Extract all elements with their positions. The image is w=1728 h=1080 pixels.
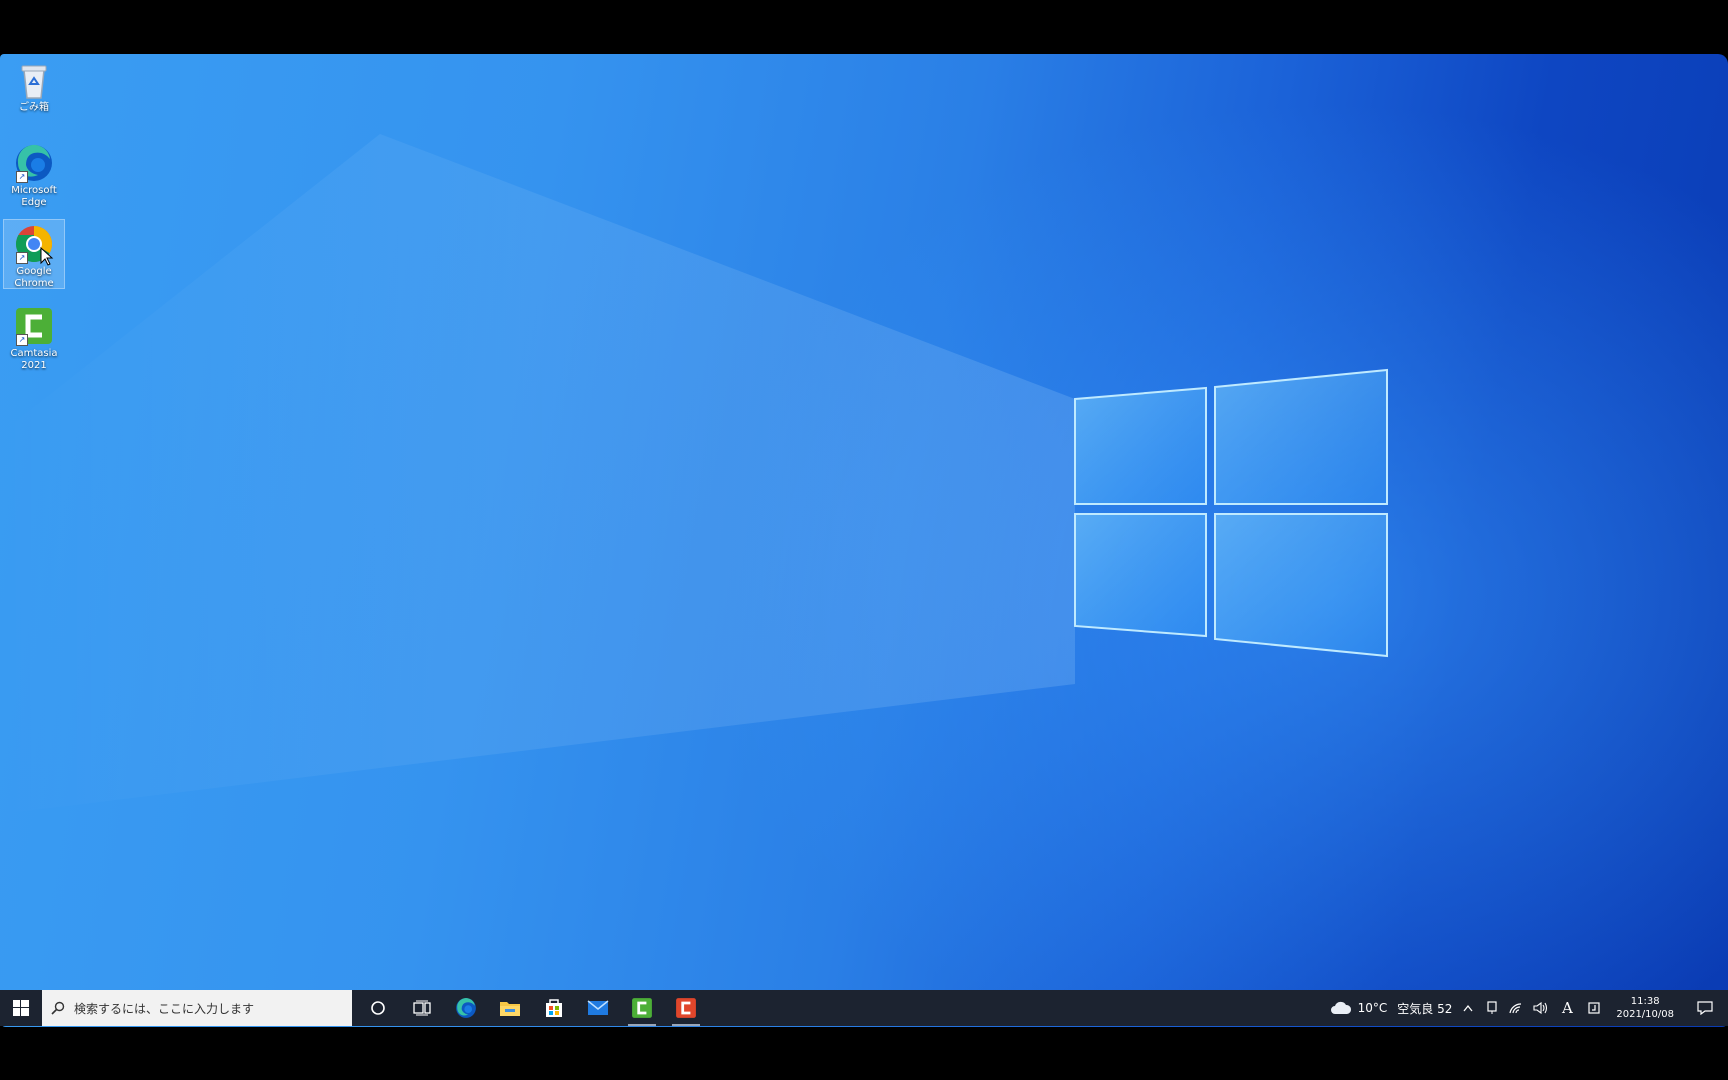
volume-button[interactable] (1528, 990, 1554, 1026)
network-button[interactable] (1504, 990, 1528, 1026)
wallpaper-windows-logo (0, 134, 1388, 814)
desktop-icon-label: ごみ箱 (19, 102, 49, 113)
taskbar-edge-button[interactable] (444, 990, 488, 1026)
edge-icon: ↗ (14, 143, 54, 183)
file-explorer-icon (500, 1002, 520, 1016)
desktop-icon-label-line2: Chrome (14, 278, 54, 289)
device-icon (1487, 1001, 1497, 1014)
taskbar-camtasia-button[interactable] (620, 990, 664, 1026)
clock-date: 2021/10/08 (1616, 1009, 1674, 1020)
desktop-icon-recycle-bin[interactable]: ごみ箱 (4, 56, 64, 114)
desktop-icon-label-line2: 2021 (21, 360, 47, 371)
cloud-icon (1330, 1001, 1351, 1014)
weather-widget[interactable]: 10°C 空気良 52 (1326, 990, 1457, 1026)
device-tray-button[interactable] (1480, 990, 1504, 1026)
show-hidden-icons-button[interactable] (1456, 990, 1480, 1026)
shortcut-arrow-icon: ↗ (16, 334, 28, 346)
notification-icon (1697, 1001, 1713, 1015)
cortana-button[interactable] (356, 990, 400, 1026)
camtasia-icon: ↗ (14, 306, 54, 346)
taskbar-store-button[interactable] (532, 990, 576, 1026)
camtasia-recorder-icon (676, 998, 696, 1018)
shortcut-arrow-icon: ↗ (16, 252, 28, 264)
chevron-up-icon (1463, 1004, 1473, 1012)
system-tray: 10°C 空気良 52 A 11:38 2021/10/08 (1326, 990, 1728, 1026)
ime-mode-indicator[interactable]: A (1554, 990, 1580, 1026)
action-center-button[interactable] (1682, 990, 1728, 1026)
desktop-icon-label: Microsoft (11, 185, 57, 196)
weather-air-quality: 空気良 52 (1397, 1001, 1453, 1016)
shortcut-arrow-icon: ↗ (16, 171, 28, 183)
desktop-icon-label: Google (16, 266, 52, 277)
task-view-button[interactable] (400, 990, 444, 1026)
windows-logo-icon (13, 1000, 29, 1016)
wifi-icon (1509, 1003, 1522, 1014)
store-icon (546, 999, 562, 1017)
clock-time: 11:38 (1630, 996, 1660, 1007)
taskbar-camtasia-recorder-button[interactable] (664, 990, 708, 1026)
taskbar-mail-button[interactable] (576, 990, 620, 1026)
speaker-icon (1533, 1002, 1548, 1014)
clock[interactable]: 11:38 2021/10/08 (1608, 995, 1682, 1021)
desktop-icon-google-chrome[interactable]: ↗ Google Chrome (3, 219, 65, 289)
recycle-bin-icon (14, 60, 54, 100)
task-view-icon (413, 1000, 431, 1016)
search-icon (42, 1001, 74, 1015)
ime-pad-icon (1588, 1002, 1600, 1014)
camtasia-icon (632, 998, 652, 1018)
taskbar: 検索するには、ここに入力します 10°C 空気良 52 A 11:38 2021… (0, 990, 1728, 1026)
mail-icon (587, 1000, 609, 1015)
desktop-icon-label: Camtasia (10, 348, 58, 359)
search-box[interactable]: 検索するには、ここに入力します (42, 990, 352, 1026)
desktop-icon-label-line2: Edge (21, 197, 47, 208)
ime-options-button[interactable] (1580, 990, 1608, 1026)
mouse-cursor-icon (40, 247, 54, 266)
desktop-icon-microsoft-edge[interactable]: ↗ Microsoft Edge (4, 139, 64, 209)
search-placeholder: 検索するには、ここに入力します (74, 1001, 255, 1016)
desktop-icon-camtasia[interactable]: ↗ Camtasia 2021 (4, 302, 64, 372)
edge-icon (456, 998, 476, 1018)
cortana-icon (371, 1001, 385, 1015)
taskbar-file-explorer-button[interactable] (488, 990, 532, 1026)
weather-temperature: 10°C (1357, 1001, 1388, 1015)
desktop: ごみ箱 ↗ Microsoft Edge ↗ Google Chrome ↗ C… (0, 54, 1728, 1027)
start-button[interactable] (0, 990, 42, 1026)
